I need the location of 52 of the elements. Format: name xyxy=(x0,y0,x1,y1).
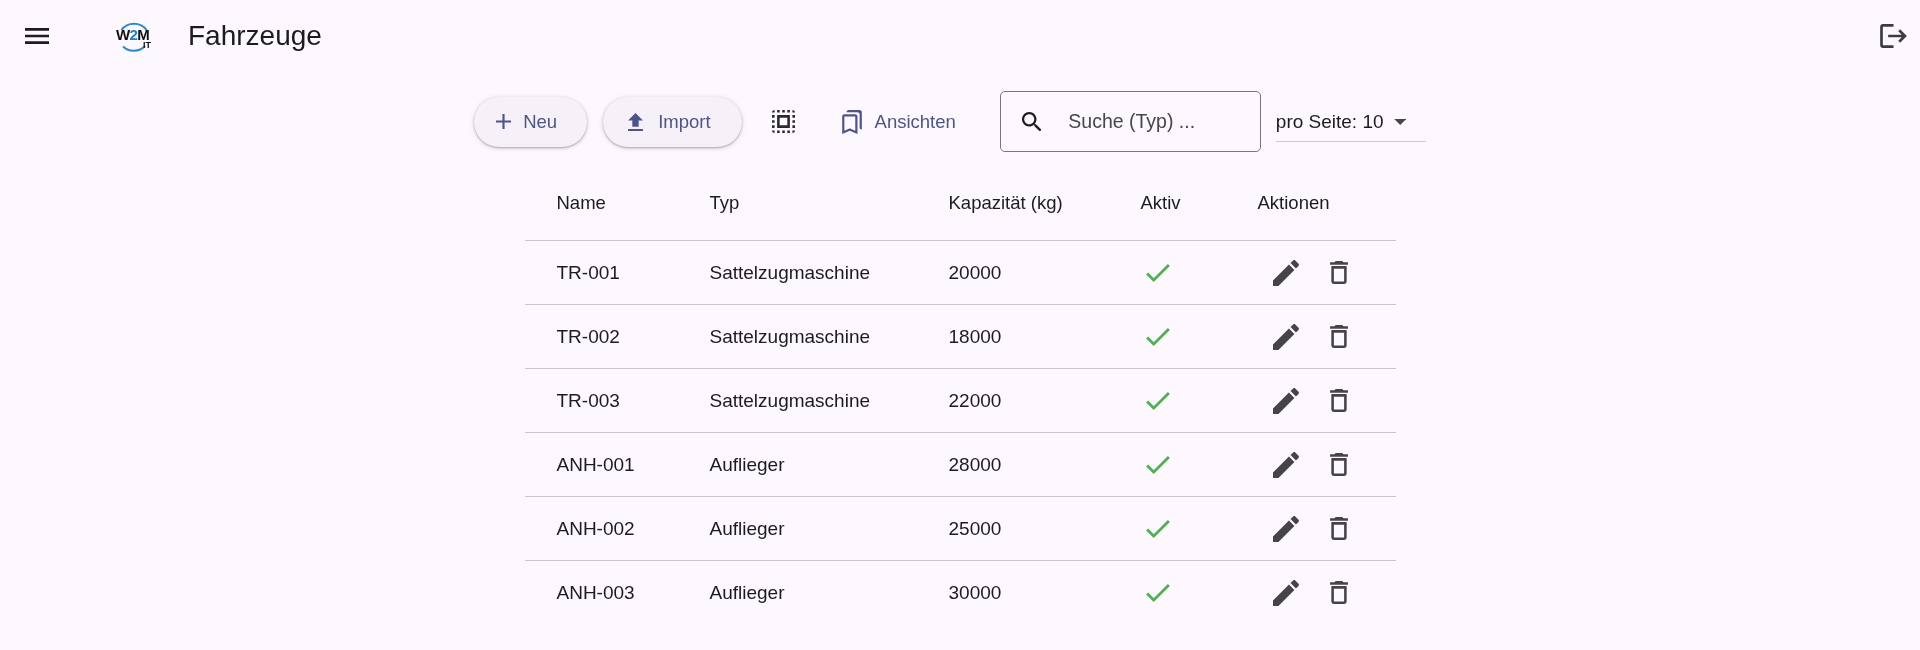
trash-icon xyxy=(1329,389,1348,412)
table-cell-text: 30000 xyxy=(948,581,1003,604)
pencil-icon xyxy=(1272,515,1299,542)
plus-icon xyxy=(496,114,512,129)
table-cell-text: Auflieger xyxy=(709,581,786,604)
search-input[interactable]: Suche (Typ) ... xyxy=(1068,110,1249,133)
table-cell-text: TR-003 xyxy=(555,389,621,412)
table-cell-text: TR-001 xyxy=(555,261,621,284)
column-header: Kapazität (kg) xyxy=(948,192,1064,214)
menu-icon xyxy=(25,28,49,44)
table-cell-text: ANH-003 xyxy=(555,581,636,604)
column-header: Typ xyxy=(709,192,741,214)
page-title: Fahrzeuge xyxy=(188,19,322,53)
trash-icon xyxy=(1329,453,1348,476)
search-field[interactable]: Suche (Typ) ... xyxy=(999,91,1261,152)
trash-icon xyxy=(1329,325,1348,348)
views-button[interactable]: Ansichten xyxy=(823,96,972,147)
select-all-icon xyxy=(772,110,796,133)
bookmarks-icon xyxy=(841,109,862,134)
logo-subtext: IT xyxy=(143,41,151,50)
table-cell-text: 20000 xyxy=(948,261,1003,284)
caret-icon xyxy=(1393,118,1407,125)
page-size-select[interactable]: pro Seite: 10 xyxy=(1275,101,1426,142)
table-cell-text: 22000 xyxy=(948,389,1003,412)
new-button[interactable]: Neu xyxy=(474,96,588,147)
search-icon xyxy=(1021,111,1042,132)
table-cell-text: Sattelzugmaschine xyxy=(709,389,872,412)
column-header: Aktiv xyxy=(1140,192,1182,214)
pencil-icon xyxy=(1272,259,1299,286)
table-cell-text: Auflieger xyxy=(709,517,786,540)
logout-icon xyxy=(1879,24,1907,48)
table-cell-text: Auflieger xyxy=(709,453,786,476)
pencil-icon xyxy=(1272,451,1299,478)
pencil-icon xyxy=(1272,579,1299,606)
trash-icon xyxy=(1329,581,1348,604)
table-cell-text: TR-002 xyxy=(555,325,621,348)
table-cell-text: 28000 xyxy=(948,453,1003,476)
pencil-icon xyxy=(1272,387,1299,414)
column-header: Aktionen xyxy=(1257,192,1331,214)
table-cell-text: Sattelzugmaschine xyxy=(709,261,872,284)
table-cell-text: ANH-002 xyxy=(555,517,636,540)
pencil-icon xyxy=(1272,323,1299,350)
column-header: Name xyxy=(555,192,607,214)
import-button[interactable]: Import xyxy=(603,96,742,147)
upload-icon xyxy=(628,112,644,131)
trash-icon xyxy=(1329,261,1348,284)
logo-text: W2M xyxy=(116,27,150,42)
trash-icon xyxy=(1329,517,1348,540)
table-cell-text: Sattelzugmaschine xyxy=(709,325,872,348)
table-cell-text: 18000 xyxy=(948,325,1003,348)
table-cell-text: 25000 xyxy=(948,517,1003,540)
table-cell-text: ANH-001 xyxy=(555,453,636,476)
